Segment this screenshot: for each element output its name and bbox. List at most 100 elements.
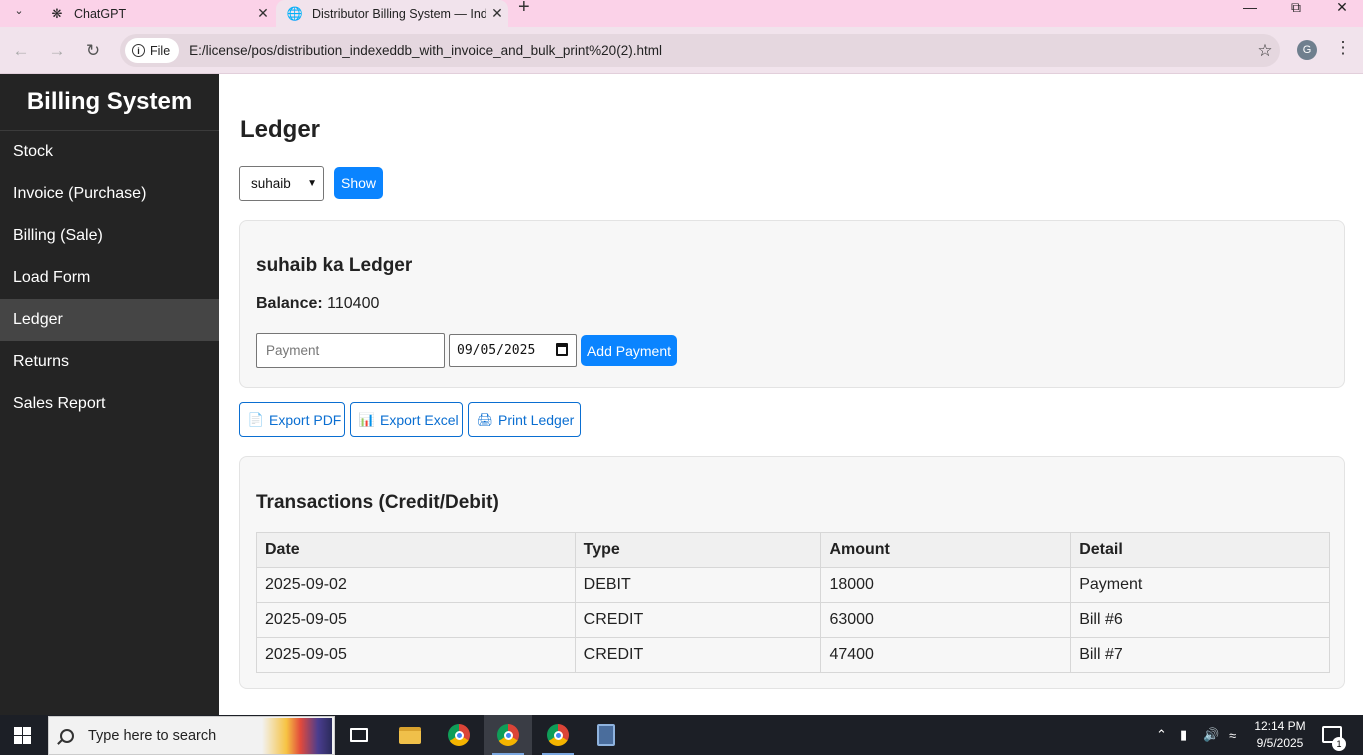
table-row: 2025-09-02 DEBIT 18000 Payment — [256, 567, 1330, 603]
back-icon[interactable]: ← — [9, 39, 33, 63]
balance-label: Balance: — [256, 295, 323, 312]
table-row: 2025-09-05 CREDIT 47400 Bill #7 — [256, 637, 1330, 673]
forward-icon[interactable]: → — [45, 39, 69, 63]
cell-date: 2025-09-05 — [256, 637, 576, 673]
bar-chart-icon: 📊 — [358, 411, 376, 427]
page-title: Ledger — [240, 116, 321, 143]
volume-icon[interactable]: 🔊 — [1203, 715, 1219, 755]
site-info-chip[interactable]: i File — [125, 38, 180, 63]
add-payment-button[interactable]: Add Payment — [581, 335, 677, 366]
cell-amount: 18000 — [820, 567, 1072, 603]
taskbar: Type here to search ⌃ ▮ 🔊 ≈ 12:14 PM 9/5… — [0, 715, 1363, 755]
window-close-icon[interactable]: ✕ — [1319, 0, 1363, 16]
column-header-type: Type — [574, 532, 822, 568]
new-tab-icon[interactable]: + — [518, 0, 530, 17]
restore-icon[interactable]: ⧉ — [1273, 0, 1319, 16]
browser-menu-icon[interactable]: ⋮ — [1333, 38, 1353, 58]
chrome-profile-s-icon[interactable] — [534, 715, 582, 755]
cell-amount: 47400 — [820, 637, 1072, 673]
chrome-icon[interactable] — [435, 715, 483, 755]
balance-line: Balance: 110400 — [256, 295, 379, 313]
show-hidden-icons-chevron-icon[interactable]: ⌃ — [1156, 715, 1167, 755]
close-icon[interactable]: ✕ — [486, 5, 508, 22]
table-row: 2025-09-05 CREDIT 63000 Bill #6 — [256, 602, 1330, 638]
column-header-date: Date — [256, 532, 576, 568]
calendar-icon[interactable] — [556, 343, 568, 356]
taskbar-clock[interactable]: 12:14 PM 9/5/2025 — [1250, 718, 1310, 752]
column-header-detail: Detail — [1070, 532, 1330, 568]
sidebar-item-invoice-purchase[interactable]: Invoice (Purchase) — [0, 173, 219, 215]
reload-icon[interactable]: ↻ — [81, 39, 105, 63]
browser-toolbar: ← → ↻ i File E:/license/pos/distribution… — [0, 27, 1363, 74]
table-header-row: Date Type Amount Detail — [256, 532, 1330, 568]
sidebar-item-stock[interactable]: Stock — [0, 131, 219, 173]
document-icon: 📄 — [247, 411, 265, 427]
clock-time: 12:14 PM — [1254, 719, 1306, 733]
ledger-heading: suhaib ka Ledger — [256, 255, 413, 276]
export-pdf-button[interactable]: 📄 Export PDF — [239, 402, 345, 437]
sidebar-item-sales-report[interactable]: Sales Report — [0, 383, 219, 425]
print-ledger-label: Print Ledger — [498, 411, 575, 428]
clock-date: 9/5/2025 — [1256, 736, 1304, 750]
export-pdf-label: Export PDF — [269, 411, 342, 428]
balance-value: 110400 — [327, 295, 380, 312]
export-excel-label: Export Excel — [380, 411, 459, 428]
wifi-icon[interactable]: ≈ — [1229, 715, 1236, 755]
column-header-amount: Amount — [820, 532, 1072, 568]
file-explorer-icon[interactable] — [386, 715, 434, 755]
battery-icon[interactable]: ▮ — [1180, 715, 1187, 755]
sidebar-item-returns[interactable]: Returns — [0, 341, 219, 383]
payment-input[interactable]: Payment — [256, 333, 445, 368]
transactions-heading: Transactions (Credit/Debit) — [256, 492, 499, 513]
show-button[interactable]: Show — [334, 167, 383, 199]
ledger-card: suhaib ka Ledger Balance: 110400 Payment… — [239, 220, 1345, 388]
cell-type: CREDIT — [574, 637, 822, 673]
payment-date-input[interactable]: 09/05/2025 — [449, 334, 577, 367]
globe-icon: 🌐 — [286, 5, 304, 21]
cell-amount: 63000 — [820, 602, 1072, 638]
tab-billing-system[interactable]: 🌐 Distributor Billing System — Ind ✕ — [276, 0, 508, 27]
sidebar-item-ledger[interactable]: Ledger — [0, 299, 219, 341]
search-icon — [60, 728, 74, 743]
cell-detail: Bill #6 — [1070, 602, 1330, 638]
sidebar: Billing System Stock Invoice (Purchase) … — [0, 74, 219, 715]
tab-search-icon[interactable]: ⌄ — [8, 0, 30, 20]
taskbar-search-box[interactable]: Type here to search — [48, 716, 335, 755]
profile-avatar[interactable]: G — [1297, 40, 1317, 60]
sidebar-item-billing-sale[interactable]: Billing (Sale) — [0, 215, 219, 257]
calculator-icon[interactable] — [582, 715, 630, 755]
browser-tabstrip: ⌄ ❋ ChatGPT ✕ 🌐 Distributor Billing Syst… — [0, 0, 1363, 27]
close-icon[interactable]: ✕ — [252, 5, 274, 22]
task-view-icon[interactable] — [335, 715, 383, 755]
taskbar-search-placeholder: Type here to search — [88, 727, 217, 744]
search-highlight-art — [262, 718, 332, 754]
sidebar-item-load-form[interactable]: Load Form — [0, 257, 219, 299]
chevron-down-icon: ▼ — [307, 178, 317, 189]
printer-icon: 🖨 — [476, 411, 494, 427]
address-bar[interactable]: i File E:/license/pos/distribution_index… — [120, 34, 1280, 67]
notification-count-badge: 1 — [1332, 737, 1346, 751]
url-text[interactable]: E:/license/pos/distribution_indexeddb_wi… — [189, 43, 1250, 58]
cell-detail: Payment — [1070, 567, 1330, 603]
transactions-table: Date Type Amount Detail 2025-09-02 DEBIT… — [256, 532, 1330, 673]
cell-date: 2025-09-02 — [256, 567, 576, 603]
bookmark-star-icon[interactable]: ☆ — [1250, 41, 1280, 61]
main-content: Ledger suhaib ▼ Show suhaib ka Ledger Ba… — [219, 74, 1363, 715]
chrome-profile-g-icon[interactable] — [484, 715, 532, 755]
transactions-card: Transactions (Credit/Debit) Date Type Am… — [239, 456, 1345, 689]
tab-title: Distributor Billing System — Ind — [312, 6, 486, 21]
cell-date: 2025-09-05 — [256, 602, 576, 638]
party-select[interactable]: suhaib ▼ — [239, 166, 324, 201]
export-excel-button[interactable]: 📊 Export Excel — [350, 402, 463, 437]
cell-type: CREDIT — [574, 602, 822, 638]
windows-start-icon[interactable] — [14, 727, 31, 744]
info-icon: i — [132, 44, 145, 57]
cell-type: DEBIT — [574, 567, 822, 603]
chatgpt-icon: ❋ — [51, 5, 63, 21]
party-select-value: suhaib — [251, 176, 291, 191]
tab-chatgpt[interactable]: ❋ ChatGPT ✕ — [38, 0, 274, 27]
print-ledger-button[interactable]: 🖨 Print Ledger — [468, 402, 581, 437]
tab-title: ChatGPT — [74, 6, 127, 21]
minimize-icon[interactable]: — — [1227, 0, 1273, 16]
cell-detail: Bill #7 — [1070, 637, 1330, 673]
